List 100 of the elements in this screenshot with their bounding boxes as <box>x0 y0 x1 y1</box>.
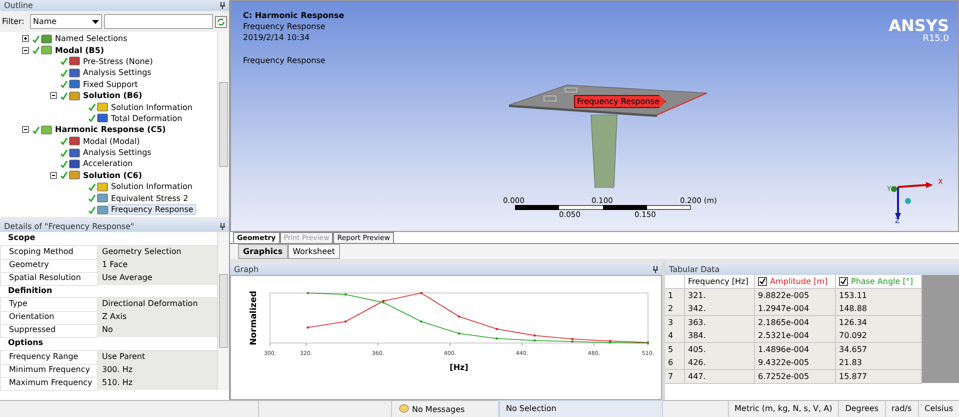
search-field[interactable] <box>104 14 213 29</box>
table-cell: 2.5321e-004 <box>755 329 836 343</box>
version-label: R15.0 <box>922 34 949 44</box>
tree-item[interactable]: Solution Information <box>109 182 194 192</box>
tree-item[interactable]: Solution (C6) <box>81 170 144 180</box>
tree-item[interactable]: Modal (Modal) <box>81 136 142 146</box>
status-check-icon <box>32 126 40 134</box>
x-axis-label: [Hz] <box>450 363 468 372</box>
pin-icon[interactable] <box>653 266 658 272</box>
scrollbar[interactable] <box>217 232 229 390</box>
property-value[interactable]: 510. Hz <box>98 376 217 391</box>
mode-tab[interactable]: Worksheet <box>288 244 340 259</box>
tree-item[interactable]: Total Deformation <box>109 114 184 123</box>
property-value[interactable]: Use Parent <box>98 351 217 365</box>
tree-item[interactable]: Named Selections <box>53 34 130 44</box>
tree-node-icon <box>69 90 80 101</box>
filter-dropdown[interactable]: Name <box>30 14 102 29</box>
checkbox[interactable] <box>839 277 848 286</box>
tree-item[interactable]: Solution (B6) <box>81 91 144 100</box>
column-header[interactable]: Amplitude [m] <box>755 275 836 289</box>
table-cell: 153.11 <box>836 288 922 302</box>
pin-icon[interactable] <box>220 222 225 230</box>
tree-node-icon <box>69 56 80 66</box>
tree-item[interactable]: Pre-Stress (None) <box>81 56 155 66</box>
status-temperature-unit[interactable]: Celsius <box>918 401 959 417</box>
tree-node-icon <box>41 34 52 44</box>
table-cell: 70.092 <box>836 329 922 343</box>
property-value[interactable]: Z Axis <box>98 311 217 326</box>
status-selection: No Selection <box>499 401 662 417</box>
row-number: 2 <box>665 302 685 316</box>
viewport-title: C: Harmonic Response <box>243 10 344 21</box>
property-value[interactable]: Geometry Selection <box>98 246 217 260</box>
collapse-toggle[interactable] <box>22 46 31 54</box>
result-name: Frequency Response <box>243 55 326 66</box>
table-cell: 34.657 <box>836 342 922 356</box>
pin-icon[interactable] <box>220 2 225 9</box>
tree-item[interactable]: Modal (B5) <box>53 46 106 55</box>
scrollbar[interactable] <box>217 32 229 217</box>
property-value[interactable]: Directional Deformation <box>98 298 217 312</box>
table-cell: 447. <box>685 370 755 384</box>
checkbox[interactable] <box>758 277 767 286</box>
table-cell: 2.1865e-004 <box>755 316 836 330</box>
tree-node-icon <box>69 68 80 78</box>
tree-item[interactable]: Analysis Settings <box>81 148 154 158</box>
tree-item[interactable]: Analysis Settings <box>81 68 154 78</box>
refresh-icon[interactable] <box>215 16 227 28</box>
tree-item[interactable]: Harmonic Response (C5) <box>53 125 168 134</box>
result-callout: Frequency Response <box>574 95 666 108</box>
timestamp: 2019/2/14 10:34 <box>243 32 311 43</box>
table-cell: 384. <box>685 329 755 343</box>
status-rotation-unit[interactable]: rad/s <box>884 401 918 417</box>
tree-item[interactable]: Acceleration <box>81 159 135 168</box>
tree-node-icon <box>97 193 108 204</box>
tree-item[interactable]: Frequency Response <box>109 205 196 214</box>
tree-node-icon <box>41 45 52 56</box>
tree-node-icon <box>69 79 80 90</box>
caret-icon <box>92 20 99 24</box>
tree-node-icon <box>69 170 80 180</box>
panel-title: Tabular Data <box>669 264 720 274</box>
tree-item[interactable]: Fixed Support <box>81 80 140 89</box>
property-value[interactable]: No <box>98 324 217 338</box>
tree-node-icon <box>69 158 80 169</box>
tree-node-icon <box>41 124 52 135</box>
property-value[interactable]: Use Average <box>98 272 217 286</box>
table-cell: 21.83 <box>836 356 922 370</box>
tree-node-icon <box>97 102 108 112</box>
property-value[interactable]: 300. Hz <box>98 364 217 378</box>
table-cell: 9.8822e-005 <box>755 288 836 302</box>
table-cell: 6.7252e-005 <box>755 370 836 384</box>
viewport-subtitle: Frequency Response <box>243 21 326 32</box>
row-number: 7 <box>665 370 685 384</box>
message-icon <box>398 404 409 414</box>
status-units[interactable]: Metric (m, kg, N, s, V, A) <box>728 401 838 417</box>
y-axis-label: Normalized <box>249 290 259 346</box>
tree-item[interactable]: Equivalent Stress 2 <box>109 194 190 203</box>
panel-title: Details of "Frequency Response" <box>4 222 134 230</box>
tree-node-icon <box>69 136 80 146</box>
status-angle-unit[interactable]: Degrees <box>838 401 884 417</box>
row-number: 6 <box>665 356 685 370</box>
property-name: Spatial Resolution <box>0 272 98 286</box>
tree-node-icon <box>97 204 108 215</box>
tree-item[interactable]: Solution Information <box>109 102 194 112</box>
row-number: 5 <box>665 342 685 356</box>
collapse-toggle[interactable] <box>50 172 59 179</box>
mode-tab[interactable]: Graphics <box>238 244 288 259</box>
table-cell: 426. <box>685 356 755 370</box>
collapse-toggle[interactable] <box>50 92 59 100</box>
row-number: 1 <box>665 288 685 302</box>
collapse-toggle[interactable] <box>22 126 31 134</box>
table-cell: 1.4896e-004 <box>755 342 836 356</box>
expand-toggle[interactable] <box>22 35 31 42</box>
table-cell: 405. <box>685 342 755 356</box>
tree-node-icon <box>69 148 80 158</box>
property-name: Suppressed <box>0 324 98 338</box>
column-header[interactable]: Frequency [Hz] <box>685 275 755 289</box>
status-messages[interactable]: No Messages <box>412 402 465 416</box>
filter-label: Filter: <box>2 17 26 26</box>
table-cell: 321. <box>685 288 755 302</box>
table-cell: 342. <box>685 302 755 316</box>
property-value[interactable]: 1 Face <box>98 258 217 273</box>
